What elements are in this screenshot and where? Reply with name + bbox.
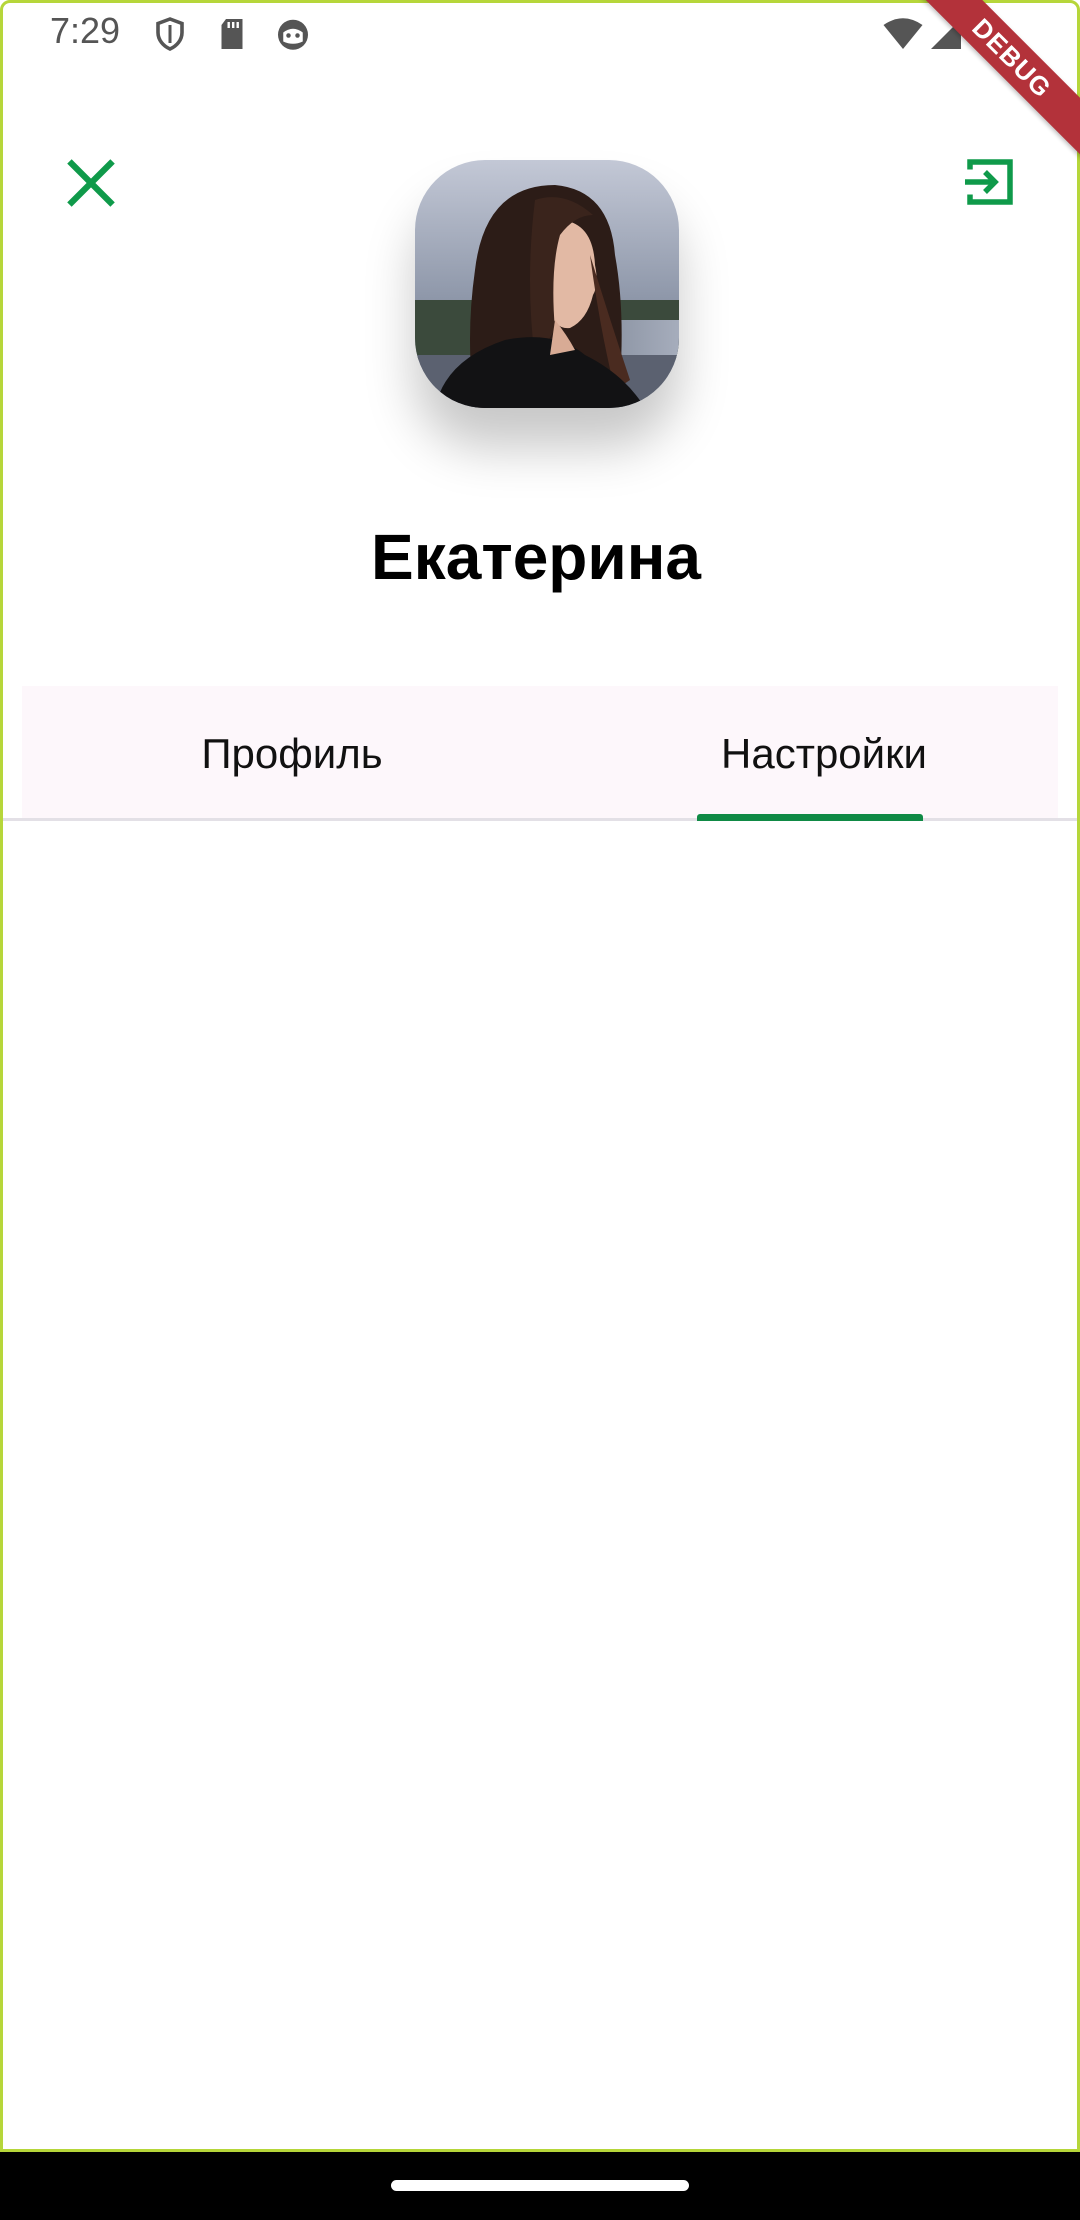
tab-settings[interactable]: Настройки (694, 686, 954, 821)
status-time: 7:29 (50, 10, 121, 51)
status-bar: 7:29 (0, 0, 1080, 66)
tab-profile[interactable]: Профиль (172, 686, 412, 821)
sd-card-icon (221, 19, 243, 49)
logout-icon (965, 159, 1013, 205)
tab-bar: Профиль Настройки (22, 686, 1058, 821)
screen: 7:29 DEBUG Екатерина Профиль Настройки (0, 0, 1080, 2220)
home-indicator[interactable] (391, 2180, 689, 2191)
wifi-icon (883, 18, 923, 49)
logout-button[interactable] (960, 152, 1020, 212)
avatar[interactable] (415, 160, 679, 408)
close-button[interactable] (62, 154, 120, 212)
tab-selected-indicator (697, 814, 923, 821)
close-icon (67, 159, 115, 207)
avatar-photo (415, 160, 679, 408)
settings-content (3, 821, 1077, 2151)
cat-face-icon (278, 19, 308, 50)
profile-name: Екатерина (371, 521, 701, 593)
shield-icon (156, 17, 184, 51)
